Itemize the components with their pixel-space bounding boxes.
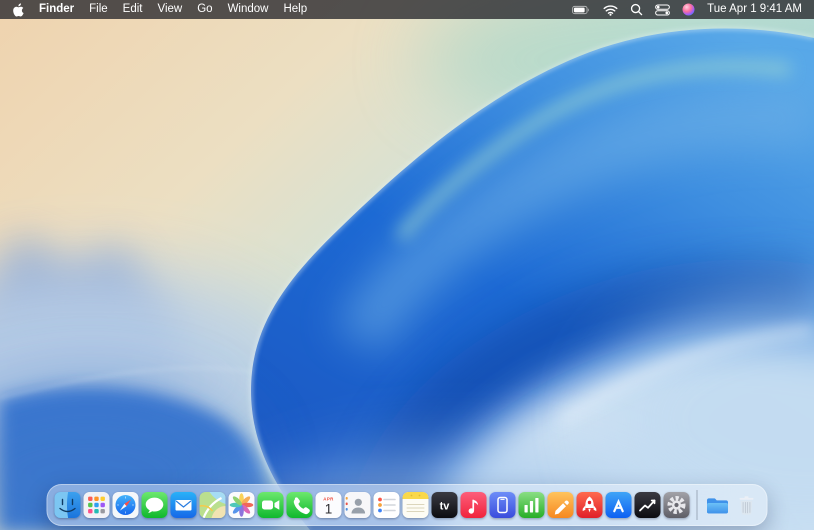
menu-app-name[interactable]: Finder xyxy=(39,0,74,19)
dock-app-maps[interactable] xyxy=(200,492,226,518)
dock-app-tv[interactable]: tv xyxy=(432,492,458,518)
dock-separator xyxy=(697,490,698,520)
dock-app-music[interactable] xyxy=(461,492,487,518)
dock-app-notes[interactable] xyxy=(403,492,429,518)
dock-app-games[interactable] xyxy=(577,492,603,518)
dock-app-app-store[interactable] xyxy=(606,492,632,518)
dock-app-iphone-mirroring[interactable] xyxy=(490,492,516,518)
dock-app-system-settings[interactable] xyxy=(664,492,690,518)
apple-menu[interactable] xyxy=(12,3,24,17)
dock-app-pages[interactable] xyxy=(548,492,574,518)
menu-view[interactable]: View xyxy=(158,0,183,19)
menu-bar-clock[interactable]: Tue Apr 1 9:41 AM xyxy=(707,0,802,19)
menu-bar-status: Tue Apr 1 9:41 AM xyxy=(571,0,802,19)
svg-text:tv: tv xyxy=(440,501,451,513)
siri-icon[interactable] xyxy=(682,3,695,16)
menu-go[interactable]: Go xyxy=(197,0,212,19)
dock-app-facetime[interactable] xyxy=(258,492,284,518)
dock-app-launchpad[interactable] xyxy=(84,492,110,518)
desktop: Finder File Edit View Go Window Help xyxy=(0,0,814,530)
desktop-wallpaper[interactable] xyxy=(0,0,814,530)
dock-app-calendar[interactable]: APR 1 xyxy=(316,492,342,518)
spotlight-search-icon[interactable] xyxy=(630,3,643,16)
dock-app-phone[interactable] xyxy=(287,492,313,518)
dock-app-safari[interactable] xyxy=(113,492,139,518)
dock-app-stocks[interactable] xyxy=(635,492,661,518)
dock-app-reminders[interactable] xyxy=(374,492,400,518)
dock-app-mail[interactable] xyxy=(171,492,197,518)
dock: APR 1 xyxy=(47,484,768,526)
dock-downloads-folder[interactable] xyxy=(705,492,731,518)
menu-file[interactable]: File xyxy=(89,0,108,19)
dock-app-finder[interactable] xyxy=(55,492,81,518)
apple-logo-icon xyxy=(12,3,24,17)
dock-app-messages[interactable] xyxy=(142,492,168,518)
menu-help[interactable]: Help xyxy=(283,0,307,19)
menu-bar: Finder File Edit View Go Window Help xyxy=(0,0,814,19)
menu-bar-left: Finder File Edit View Go Window Help xyxy=(12,0,307,19)
dock-app-contacts[interactable] xyxy=(345,492,371,518)
control-center-icon[interactable] xyxy=(655,4,670,16)
wifi-icon[interactable] xyxy=(603,4,618,16)
menu-window[interactable]: Window xyxy=(228,0,269,19)
dock-trash[interactable] xyxy=(734,492,760,518)
menu-edit[interactable]: Edit xyxy=(123,0,143,19)
dock-app-photos[interactable] xyxy=(229,492,255,518)
dock-app-numbers[interactable] xyxy=(519,492,545,518)
svg-text:1: 1 xyxy=(325,501,333,516)
battery-icon[interactable] xyxy=(571,3,591,17)
